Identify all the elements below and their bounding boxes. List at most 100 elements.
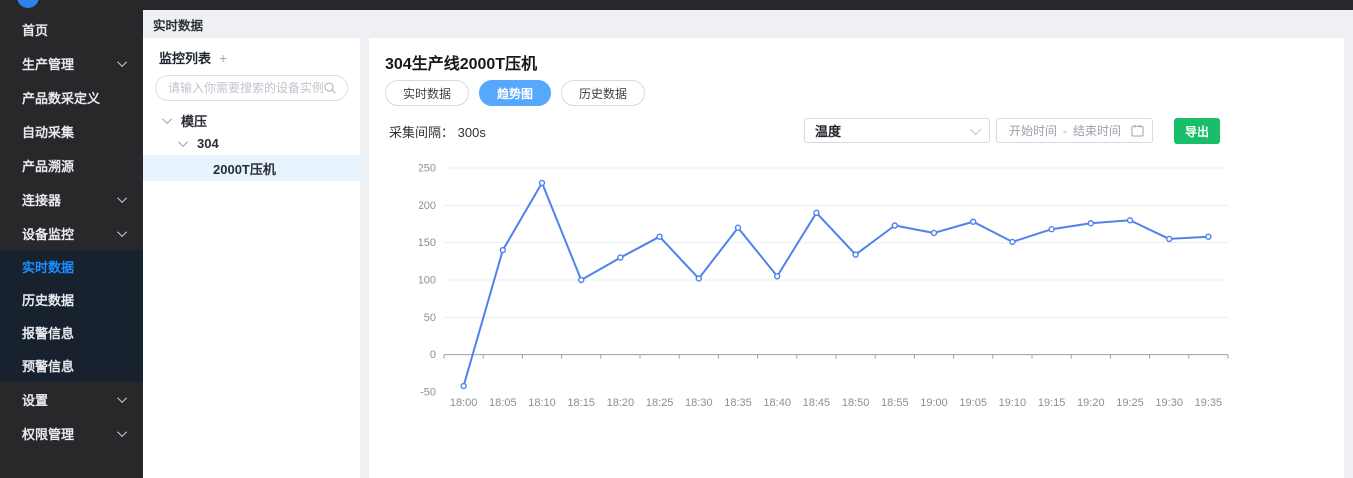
device-search-input[interactable] [168, 81, 323, 95]
sidebar-item-alarm-info[interactable]: 报警信息 [0, 316, 143, 349]
sidebar-item-device-monitor[interactable]: 设备监控 [0, 216, 143, 250]
sidebar-menu: 首页生产管理产品数采定义自动采集产品溯源连接器设备监控实时数据历史数据报警信息预… [0, 12, 143, 450]
sidebar-item-settings[interactable]: 设置 [0, 382, 143, 416]
x-axis-label: 18:20 [607, 397, 635, 409]
page-tab-bar: 实时数据 [143, 10, 1353, 38]
x-axis-label: 18:55 [881, 397, 909, 409]
x-axis-label: 19:35 [1195, 397, 1223, 409]
x-axis-label: 19:15 [1038, 397, 1066, 409]
top-bar [0, 0, 1353, 10]
x-axis-label: 18:45 [803, 397, 831, 409]
tree-node-label: 模压 [181, 111, 207, 130]
collect-interval-label: 采集间隔： [389, 125, 454, 140]
tree-node-label: 2000T压机 [213, 159, 276, 178]
x-axis-label: 18:10 [528, 397, 556, 409]
x-axis-label: 19:05 [959, 397, 987, 409]
sidebar-item-label: 历史数据 [22, 290, 127, 309]
sidebar-item-permission-mgmt[interactable]: 权限管理 [0, 416, 143, 450]
tree-node-press-2000t[interactable]: 2000T压机 [143, 155, 360, 181]
sidebar-item-home[interactable]: 首页 [0, 12, 143, 46]
collect-interval-value: 300s [458, 125, 486, 140]
sidebar-item-label: 自动采集 [22, 122, 127, 141]
view-tab-trend-chart[interactable]: 趋势图 [479, 80, 551, 106]
x-axis-label: 18:00 [450, 397, 478, 409]
caret-down-icon [162, 114, 172, 124]
sidebar-item-warning-info[interactable]: 预警信息 [0, 349, 143, 382]
device-tree: 模压 304 2000T压机 [143, 109, 360, 181]
metric-select[interactable]: 温度 [804, 118, 990, 143]
trend-chart-container: -5005010015020025018:0018:0518:1018:1518… [419, 158, 1299, 416]
data-point [853, 252, 858, 257]
data-point [1010, 239, 1015, 244]
sidebar-item-label: 报警信息 [22, 323, 127, 342]
sidebar-item-label: 产品数采定义 [22, 88, 127, 107]
data-point [618, 255, 623, 260]
sidebar-item-label: 设置 [22, 390, 120, 409]
end-time-field[interactable]: 结束时间 [1069, 122, 1125, 139]
data-point [1128, 218, 1133, 223]
data-point [540, 180, 545, 185]
y-axis-label: 100 [419, 275, 436, 287]
data-point [579, 278, 584, 283]
tree-node-label: 304 [197, 136, 219, 151]
data-point [500, 248, 505, 253]
sidebar-item-connector[interactable]: 连接器 [0, 182, 143, 216]
tree-node-line-304[interactable]: 304 [143, 132, 360, 155]
sidebar: 首页生产管理产品数采定义自动采集产品溯源连接器设备监控实时数据历史数据报警信息预… [0, 0, 143, 478]
sidebar-item-label: 产品溯源 [22, 156, 127, 175]
sidebar-item-product-daq-define[interactable]: 产品数采定义 [0, 80, 143, 114]
app-logo-icon [17, 0, 39, 8]
tree-node-moya[interactable]: 模压 [143, 109, 360, 132]
caret-down-icon [178, 137, 188, 147]
y-axis-label: -50 [420, 387, 436, 399]
sidebar-item-history-data[interactable]: 历史数据 [0, 283, 143, 316]
x-axis-label: 18:35 [724, 397, 752, 409]
trend-line-chart: -5005010015020025018:0018:0518:1018:1518… [419, 158, 1299, 416]
data-point [1206, 234, 1211, 239]
y-axis-label: 50 [424, 312, 436, 324]
x-axis-label: 18:15 [567, 397, 595, 409]
y-axis-label: 250 [419, 163, 436, 175]
data-point [657, 234, 662, 239]
sidebar-item-label: 预警信息 [22, 356, 127, 375]
device-detail-panel: 304生产线2000T压机 实时数据趋势图历史数据 采集间隔： 300s 温度 … [369, 38, 1344, 478]
calendar-icon [1131, 124, 1144, 137]
sidebar-item-realtime-data[interactable]: 实时数据 [0, 250, 143, 283]
data-point [1049, 227, 1054, 232]
x-axis-label: 18:50 [842, 397, 870, 409]
sidebar-item-product-trace[interactable]: 产品溯源 [0, 148, 143, 182]
x-axis-label: 19:20 [1077, 397, 1105, 409]
x-axis-label: 18:05 [489, 397, 517, 409]
view-tab-history-data[interactable]: 历史数据 [561, 80, 645, 106]
monitor-list-panel: 监控列表 + 模压 304 2000T压机 [143, 38, 360, 478]
data-point [1088, 221, 1093, 226]
x-axis-label: 18:40 [763, 397, 791, 409]
add-monitor-icon[interactable]: + [219, 50, 227, 66]
y-axis-label: 0 [430, 349, 436, 361]
sidebar-item-label: 首页 [22, 20, 127, 39]
data-point [892, 223, 897, 228]
view-tab-realtime-data[interactable]: 实时数据 [385, 80, 469, 106]
data-point [971, 219, 976, 224]
sidebar-item-production-mgmt[interactable]: 生产管理 [0, 46, 143, 80]
search-icon [323, 81, 337, 95]
start-time-field[interactable]: 开始时间 [1005, 122, 1061, 139]
monitor-list-header: 监控列表 + [143, 38, 360, 75]
data-point [814, 210, 819, 215]
data-point [775, 274, 780, 279]
sidebar-item-label: 权限管理 [22, 424, 120, 443]
page-tab-realtime-data[interactable]: 实时数据 [153, 15, 203, 34]
x-axis-label: 19:10 [999, 397, 1027, 409]
date-range-picker[interactable]: 开始时间 - 结束时间 [996, 118, 1153, 143]
export-button[interactable]: 导出 [1174, 118, 1220, 144]
sidebar-item-auto-collect[interactable]: 自动采集 [0, 114, 143, 148]
metric-select-value: 温度 [815, 121, 973, 140]
collect-interval: 采集间隔： 300s [389, 122, 486, 141]
monitor-list-title: 监控列表 [159, 48, 211, 67]
data-point [932, 230, 937, 235]
device-search-box[interactable] [155, 75, 348, 101]
y-axis-label: 150 [419, 237, 436, 249]
data-point [736, 225, 741, 230]
view-tabs: 实时数据趋势图历史数据 [385, 80, 645, 106]
page-title: 304生产线2000T压机 [385, 50, 537, 74]
